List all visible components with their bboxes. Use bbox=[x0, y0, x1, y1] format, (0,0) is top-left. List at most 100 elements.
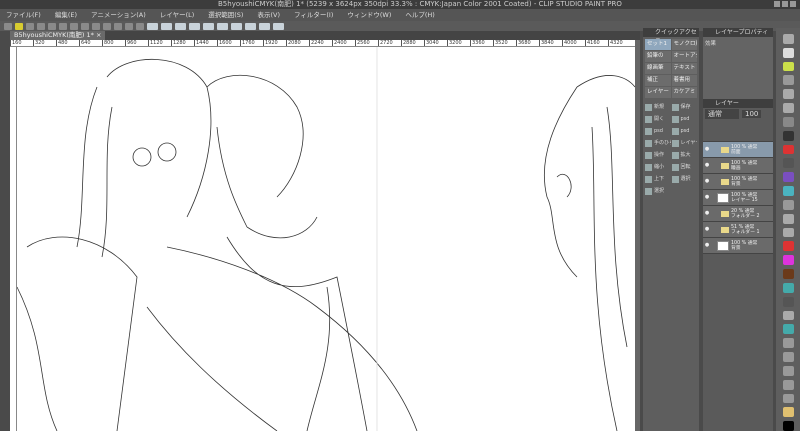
quick-set-tab[interactable]: テキスト bbox=[671, 63, 697, 74]
preset-icon[interactable] bbox=[147, 22, 158, 30]
sub-tool-icon[interactable] bbox=[782, 103, 794, 113]
preset-icon[interactable] bbox=[175, 22, 186, 30]
layer-row[interactable]: ● 20 % 通常 フォルダー 2 bbox=[703, 206, 773, 222]
clear-icon[interactable] bbox=[70, 22, 78, 30]
menu-window[interactable]: ウィンドウ(W) bbox=[347, 9, 391, 21]
sub-tool-icon[interactable] bbox=[782, 269, 794, 279]
menu-filter[interactable]: フィルター(I) bbox=[294, 9, 333, 21]
document-tab[interactable]: B5hyoushiCMYK(南肥) 1* × bbox=[10, 31, 106, 40]
color-icon[interactable] bbox=[92, 22, 100, 30]
sub-tool-icon[interactable] bbox=[782, 421, 794, 431]
sub-tool-icon[interactable] bbox=[782, 296, 794, 307]
quick-command[interactable]: psd bbox=[645, 126, 671, 137]
fill-icon[interactable] bbox=[81, 22, 89, 30]
quick-command[interactable]: psd bbox=[671, 114, 698, 125]
visibility-eye-icon[interactable]: ● bbox=[703, 211, 711, 216]
snap-icon[interactable] bbox=[103, 22, 111, 30]
quick-set-tab[interactable]: 線画筆 bbox=[645, 63, 671, 74]
visibility-eye-icon[interactable]: ● bbox=[703, 179, 711, 184]
layer-row[interactable]: ● 51 % 通常 フォルダー 1 bbox=[703, 222, 773, 238]
undo-icon[interactable] bbox=[48, 22, 56, 30]
sub-tool-icon[interactable] bbox=[782, 89, 794, 100]
sub-tool-icon[interactable] bbox=[782, 255, 794, 266]
layer-row[interactable]: ● 100 % 通常 瞳画 bbox=[703, 158, 773, 174]
sub-tool-icon[interactable] bbox=[782, 241, 794, 252]
sub-tool-icon[interactable] bbox=[782, 186, 794, 196]
quick-set-tab[interactable]: セット1 bbox=[645, 39, 671, 50]
visibility-eye-icon[interactable]: ● bbox=[703, 243, 711, 248]
sub-tool-icon[interactable] bbox=[782, 144, 794, 155]
sub-tool-icon[interactable] bbox=[782, 324, 794, 335]
menu-view[interactable]: 表示(V) bbox=[257, 9, 280, 21]
sub-tool-icon[interactable] bbox=[782, 172, 794, 183]
menu-file[interactable]: ファイル(F) bbox=[6, 9, 41, 21]
sub-tool-icon[interactable] bbox=[782, 310, 794, 321]
grid-icon[interactable] bbox=[125, 22, 133, 30]
sub-tool-icon[interactable] bbox=[782, 199, 794, 210]
blend-mode-select[interactable]: 通常 bbox=[705, 109, 739, 119]
quick-set-tab[interactable]: 鉛筆の bbox=[645, 51, 671, 62]
sub-tool-icon[interactable] bbox=[782, 75, 794, 86]
preset-icon[interactable] bbox=[161, 22, 172, 30]
quick-set-tab[interactable]: レイヤー bbox=[645, 87, 671, 98]
layer-row[interactable]: ● 100 % 通常 背景 bbox=[703, 174, 773, 190]
visibility-eye-icon[interactable]: ● bbox=[703, 163, 711, 168]
preset-icon[interactable] bbox=[273, 22, 284, 30]
menu-selection[interactable]: 選択範囲(S) bbox=[208, 9, 243, 21]
quick-command[interactable]: 開く bbox=[645, 114, 671, 125]
menu-edit[interactable]: 編集(E) bbox=[55, 9, 77, 21]
sub-tool-icon[interactable] bbox=[782, 365, 794, 376]
quick-command[interactable]: レイヤー bbox=[671, 138, 697, 149]
sub-tool-icon[interactable] bbox=[782, 61, 794, 72]
preset-icon[interactable] bbox=[217, 22, 228, 30]
quick-command[interactable]: 操作 bbox=[645, 150, 671, 161]
quick-set-tab[interactable]: モノクロ用 bbox=[671, 39, 697, 50]
sub-tool-icon[interactable] bbox=[782, 47, 794, 58]
ruler-icon[interactable] bbox=[114, 22, 122, 30]
menu-layer[interactable]: レイヤー(L) bbox=[160, 9, 195, 21]
menu-animation[interactable]: アニメーション(A) bbox=[91, 9, 146, 21]
preset-icon[interactable] bbox=[203, 22, 214, 30]
vertical-scrollbar[interactable] bbox=[635, 40, 640, 431]
quick-command[interactable]: 回転 bbox=[671, 162, 698, 173]
quick-command[interactable]: 選択 bbox=[645, 186, 671, 197]
opacity-field[interactable]: 100 bbox=[742, 110, 762, 118]
save-icon[interactable] bbox=[15, 22, 23, 30]
quick-command[interactable]: 保存 bbox=[671, 102, 698, 113]
visibility-eye-icon[interactable]: ● bbox=[703, 147, 711, 152]
sub-tool-icon[interactable] bbox=[782, 282, 794, 293]
preset-icon[interactable] bbox=[245, 22, 256, 30]
sub-tool-icon[interactable] bbox=[782, 158, 794, 169]
visibility-eye-icon[interactable]: ● bbox=[703, 227, 711, 232]
layer-row[interactable]: ● 100 % 通常 レイヤー 15 bbox=[703, 190, 773, 206]
transform-icon[interactable] bbox=[136, 22, 144, 30]
quick-set-tab[interactable]: オートアク bbox=[671, 51, 697, 62]
sub-tool-icon[interactable] bbox=[782, 213, 794, 224]
preset-icon[interactable] bbox=[189, 22, 200, 30]
sub-tool-icon[interactable] bbox=[782, 379, 794, 390]
drawing-canvas[interactable] bbox=[17, 47, 635, 431]
layer-row[interactable]: ● 100 % 通常 前面 bbox=[703, 142, 773, 158]
quick-command[interactable]: psd bbox=[671, 126, 698, 137]
menu-help[interactable]: ヘルプ(H) bbox=[405, 9, 434, 21]
quick-set-tab[interactable]: カケアミ bbox=[671, 87, 697, 98]
maximize-button[interactable] bbox=[782, 1, 788, 7]
sub-tool-icon[interactable] bbox=[782, 338, 794, 349]
preset-icon[interactable] bbox=[259, 22, 270, 30]
layer-row[interactable]: ● 100 % 通常 背景 bbox=[703, 238, 773, 254]
open-icon[interactable] bbox=[26, 22, 34, 30]
sub-tool-icon[interactable] bbox=[782, 130, 794, 141]
sub-tool-icon[interactable] bbox=[782, 407, 794, 418]
preset-icon[interactable] bbox=[231, 22, 242, 30]
visibility-eye-icon[interactable]: ● bbox=[703, 195, 711, 200]
sub-tool-icon[interactable] bbox=[782, 227, 794, 238]
sub-tool-icon[interactable] bbox=[782, 393, 794, 404]
minimize-button[interactable] bbox=[774, 1, 780, 7]
quick-command[interactable]: 新規 bbox=[645, 102, 671, 113]
sub-tool-icon[interactable] bbox=[782, 34, 794, 44]
quick-set-tab[interactable]: 補正 bbox=[645, 75, 671, 86]
sub-tool-icon[interactable] bbox=[782, 352, 794, 362]
quick-command[interactable]: 縮小 bbox=[645, 162, 671, 173]
redo-icon[interactable] bbox=[59, 22, 67, 30]
quick-set-tab[interactable]: 着書用 bbox=[671, 75, 697, 86]
